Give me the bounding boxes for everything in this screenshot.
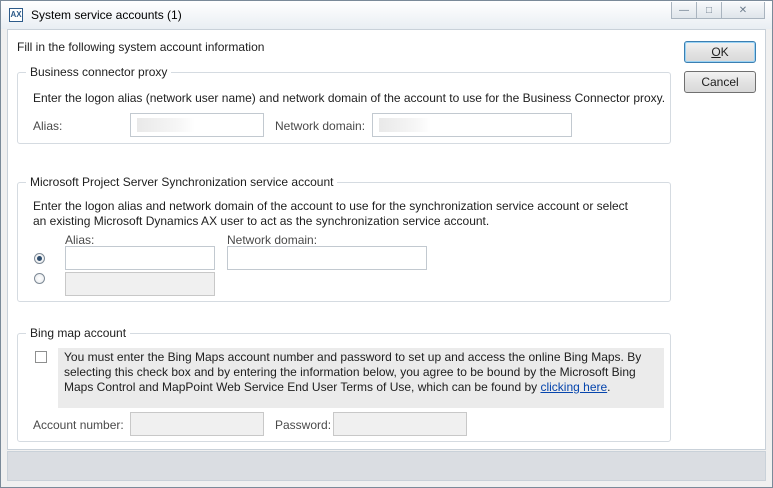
bc-proxy-title: Business connector proxy xyxy=(26,64,172,80)
dialog-content: Fill in the following system account inf… xyxy=(7,29,766,450)
bing-account-label: Account number: xyxy=(33,418,124,432)
window-controls: — □ ✕ xyxy=(671,2,765,20)
maximize-button[interactable]: □ xyxy=(696,2,722,19)
bing-notice-line2: selecting this check box and by entering… xyxy=(64,365,636,379)
status-bar xyxy=(7,451,766,481)
bing-terms-checkbox[interactable] xyxy=(35,351,47,363)
dynamics-ax-icon: AX xyxy=(9,8,23,22)
sync-domain-input[interactable] xyxy=(227,246,427,270)
window-title: System service accounts (1) xyxy=(31,8,182,22)
sync-account-title: Microsoft Project Server Synchronization… xyxy=(26,174,338,190)
bing-notice-line1: You must enter the Bing Maps account num… xyxy=(64,350,642,364)
sync-account-group: Microsoft Project Server Synchronization… xyxy=(17,174,671,302)
ok-access-key: O xyxy=(711,45,721,59)
cancel-button[interactable]: Cancel xyxy=(684,71,756,93)
bc-proxy-description: Enter the logon alias (network user name… xyxy=(33,91,666,105)
radio-existing-user[interactable] xyxy=(34,273,45,284)
bing-password-input[interactable] xyxy=(333,412,467,436)
bing-terms-notice: You must enter the Bing Maps account num… xyxy=(58,348,664,408)
sync-description-line2: an existing Microsoft Dynamics AX user t… xyxy=(33,214,490,228)
close-button[interactable]: ✕ xyxy=(721,2,765,19)
sync-domain-label: Network domain: xyxy=(227,233,318,247)
sync-alias-label: Alias: xyxy=(65,233,95,247)
bc-alias-input[interactable] xyxy=(130,113,264,137)
bc-domain-label: Network domain: xyxy=(275,119,366,133)
bing-account-group: Bing map account You must enter the Bing… xyxy=(17,325,671,442)
bing-account-title: Bing map account xyxy=(26,325,131,341)
bing-password-label: Password: xyxy=(275,418,332,432)
bc-proxy-group: Business connector proxy Enter the logon… xyxy=(17,64,671,144)
redacted-value xyxy=(137,118,195,132)
sync-description-line1: Enter the logon alias and network domain… xyxy=(33,199,629,213)
minimize-icon: — xyxy=(679,4,689,16)
existing-user-select[interactable] xyxy=(65,272,215,296)
sync-alias-input[interactable] xyxy=(65,246,215,270)
title-bar[interactable]: AX System service accounts (1) — □ ✕ xyxy=(1,1,772,29)
minimize-button[interactable]: — xyxy=(671,2,697,19)
bc-alias-label: Alias: xyxy=(33,119,63,133)
ok-label-rest: K xyxy=(720,45,729,59)
bing-notice-line3: Maps Control and MapPoint Web Service En… xyxy=(64,380,611,395)
radio-alias-domain[interactable] xyxy=(34,253,45,264)
ok-button[interactable]: OK xyxy=(684,41,756,63)
intro-text: Fill in the following system account inf… xyxy=(17,40,265,54)
bing-account-input[interactable] xyxy=(130,412,264,436)
dialog-window: AX System service accounts (1) — □ ✕ Fil… xyxy=(0,0,773,488)
bc-domain-input[interactable] xyxy=(372,113,572,137)
bing-notice-period: . xyxy=(607,380,611,394)
terms-link[interactable]: clicking here xyxy=(540,380,607,394)
redacted-value xyxy=(379,118,431,132)
maximize-icon: □ xyxy=(705,4,713,16)
close-icon: ✕ xyxy=(738,4,748,16)
bing-notice-text: Maps Control and MapPoint Web Service En… xyxy=(64,380,541,394)
